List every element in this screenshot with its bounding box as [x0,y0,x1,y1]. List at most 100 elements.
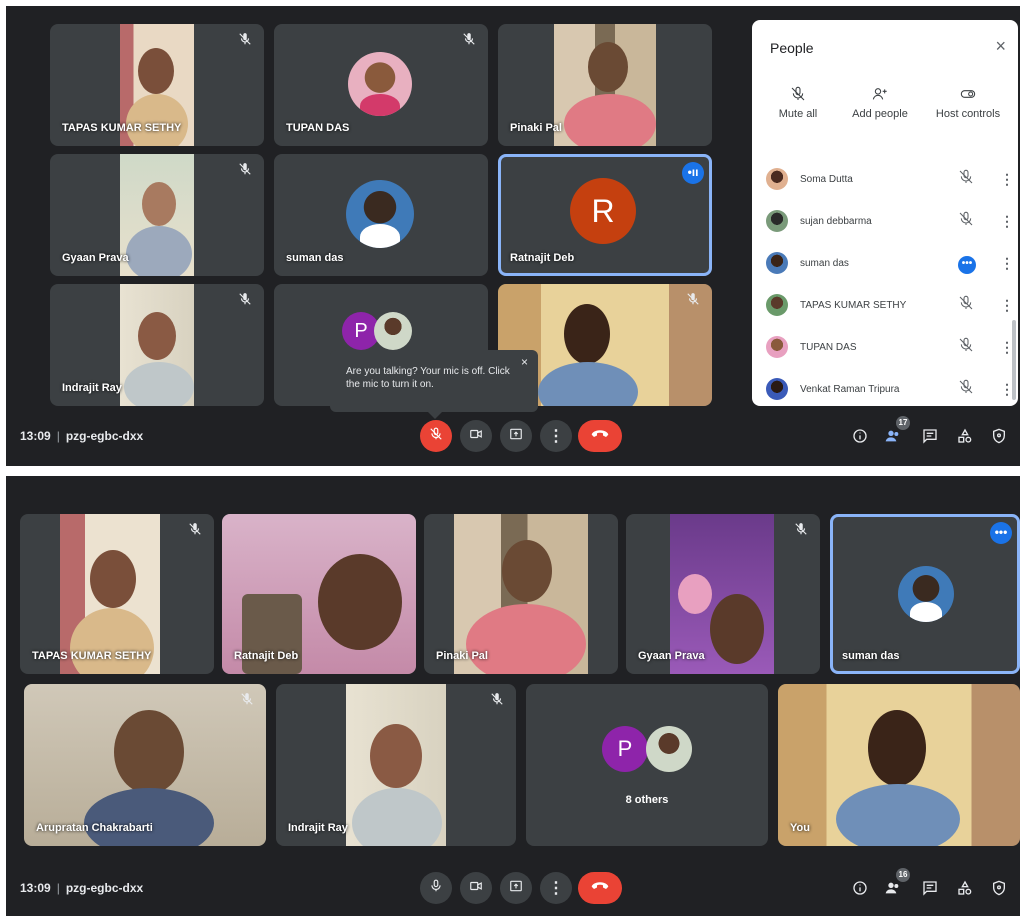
more-options-icon[interactable]: ⋮ [1000,255,1014,272]
participant-name: Pinaki Pal [510,122,562,134]
mic-off-icon [794,522,810,538]
participant-tile[interactable]: Indrajit Ray [276,684,516,846]
more-vert-icon: ⋮ [548,880,564,897]
activities-icon[interactable] [954,425,976,447]
meeting-details: 13:09 | pzg-egbc-dxx [20,881,143,895]
avatar [766,378,788,400]
more-options-button[interactable]: ⋮ [540,872,572,904]
mic-off-icon [490,692,506,708]
participant-video [120,154,194,276]
action-label: Host controls [935,108,1001,120]
speaking-indicator-icon: ••• [958,253,982,274]
avatar [766,252,788,274]
close-icon[interactable]: × [521,356,528,369]
host-controls-icon[interactable] [988,877,1010,899]
hang-up-icon [591,427,609,445]
participant-tile[interactable]: Gyaan Prava [50,154,264,276]
participant-tile[interactable]: Pinaki Pal [498,24,712,146]
participant-tile[interactable]: TAPAS KUMAR SETHY [50,24,264,146]
participant-row[interactable]: TAPAS KUMAR SETHY ⋮ [766,284,1014,326]
tooltip-text: Are you talking? Your mic is off. Click … [346,366,510,390]
add-person-icon [840,86,920,102]
participant-tile[interactable]: TUPAN DAS [274,24,488,146]
others-count: 8 others [625,794,669,806]
more-options-icon[interactable]: ⋮ [1000,381,1014,398]
present-button[interactable] [500,872,532,904]
participant-avatar [348,52,412,116]
scrollbar[interactable] [1012,320,1016,400]
participant-tile[interactable]: Arupratan Chakrabarti [24,684,266,846]
more-options-icon[interactable]: ⋮ [1000,171,1014,188]
toggle-icon [928,86,1008,102]
participant-name: TUPAN DAS [286,122,350,134]
chat-icon[interactable] [919,425,941,447]
mic-off-icon [188,522,204,538]
avatar [766,210,788,232]
participant-name: Pinaki Pal [436,650,488,662]
participant-row[interactable]: sujan debbarma ⋮ [766,200,1014,242]
host-controls-icon[interactable] [988,425,1010,447]
separator: | [56,881,60,895]
mic-off-icon [958,169,982,190]
participant-tile[interactable]: Pinaki Pal [424,514,618,674]
avatar [766,294,788,316]
participant-tile[interactable]: Ratnajit Deb [222,514,416,674]
close-icon[interactable]: × [995,36,1006,57]
more-options-icon[interactable]: ⋮ [1000,213,1014,230]
leave-call-button[interactable] [578,872,622,904]
participant-row[interactable]: Venkat Raman Tripura ⋮ [766,368,1014,406]
mic-off-tooltip: Are you talking? Your mic is off. Click … [330,350,538,419]
participant-tile[interactable]: TAPAS KUMAR SETHY [20,514,214,674]
mic-off-icon [958,337,982,358]
participant-name: Ratnajit Deb [510,252,575,264]
participant-tile-others[interactable]: P 8 others [526,684,768,846]
mic-toggle-button[interactable] [420,872,452,904]
participant-tile[interactable]: Indrajit Ray [50,284,264,406]
participant-name: Venkat Raman Tripura [800,383,900,395]
more-vert-icon: ⋮ [548,428,564,445]
participant-tile[interactable]: You [778,684,1020,846]
add-people-button[interactable]: Add people [840,86,920,120]
more-options-icon[interactable]: ⋮ [1000,297,1014,314]
host-controls-button[interactable]: Host controls [928,86,1008,120]
participant-tile[interactable]: suman das [274,154,488,276]
mute-all-button[interactable]: Mute all [758,86,838,120]
hang-up-icon [591,879,609,897]
mic-toggle-button[interactable] [420,420,452,452]
participant-tile-active[interactable]: ••• suman das [830,514,1020,674]
participant-tile[interactable]: Gyaan Prava [626,514,820,674]
participant-count-badge: 16 [896,868,910,882]
chat-icon[interactable] [919,877,941,899]
participant-row[interactable]: TUPAN DAS ⋮ [766,326,1014,368]
participant-name: TAPAS KUMAR SETHY [62,122,182,134]
camera-toggle-button[interactable] [460,872,492,904]
participant-name: TAPAS KUMAR SETHY [800,299,907,311]
present-button[interactable] [500,420,532,452]
mic-off-icon [240,692,256,708]
camera-icon [469,879,483,898]
participant-row[interactable]: suman das ••• ⋮ [766,242,1014,284]
info-icon[interactable] [849,877,871,899]
mic-off-icon [238,32,254,48]
avatar [766,168,788,190]
control-bar: 13:09 | pzg-egbc-dxx ⋮ 17 [6,406,1020,466]
people-panel: People × Mute all Add people Host contro… [752,20,1018,406]
participant-avatar: R [570,178,636,244]
control-bar: 13:09 | pzg-egbc-dxx ⋮ 16 [6,860,1020,916]
camera-toggle-button[interactable] [460,420,492,452]
leave-call-button[interactable] [578,420,622,452]
participant-name: Gyaan Prava [62,252,129,264]
more-options-button[interactable]: ⋮ [540,420,572,452]
meeting-details: 13:09 | pzg-egbc-dxx [20,429,143,443]
mic-off-icon [429,427,443,446]
activities-icon[interactable] [954,877,976,899]
mic-off-icon [462,32,478,48]
participant-name: suman das [800,257,849,269]
participant-tile-active[interactable]: R •ıı Ratnajit Deb [498,154,712,276]
participant-avatar [374,312,412,350]
participant-name: TAPAS KUMAR SETHY [32,650,152,662]
info-icon[interactable] [849,425,871,447]
more-options-icon[interactable]: ⋮ [1000,339,1014,356]
participant-row[interactable]: Soma Dutta ⋮ [766,158,1014,200]
participant-avatar [646,726,692,772]
